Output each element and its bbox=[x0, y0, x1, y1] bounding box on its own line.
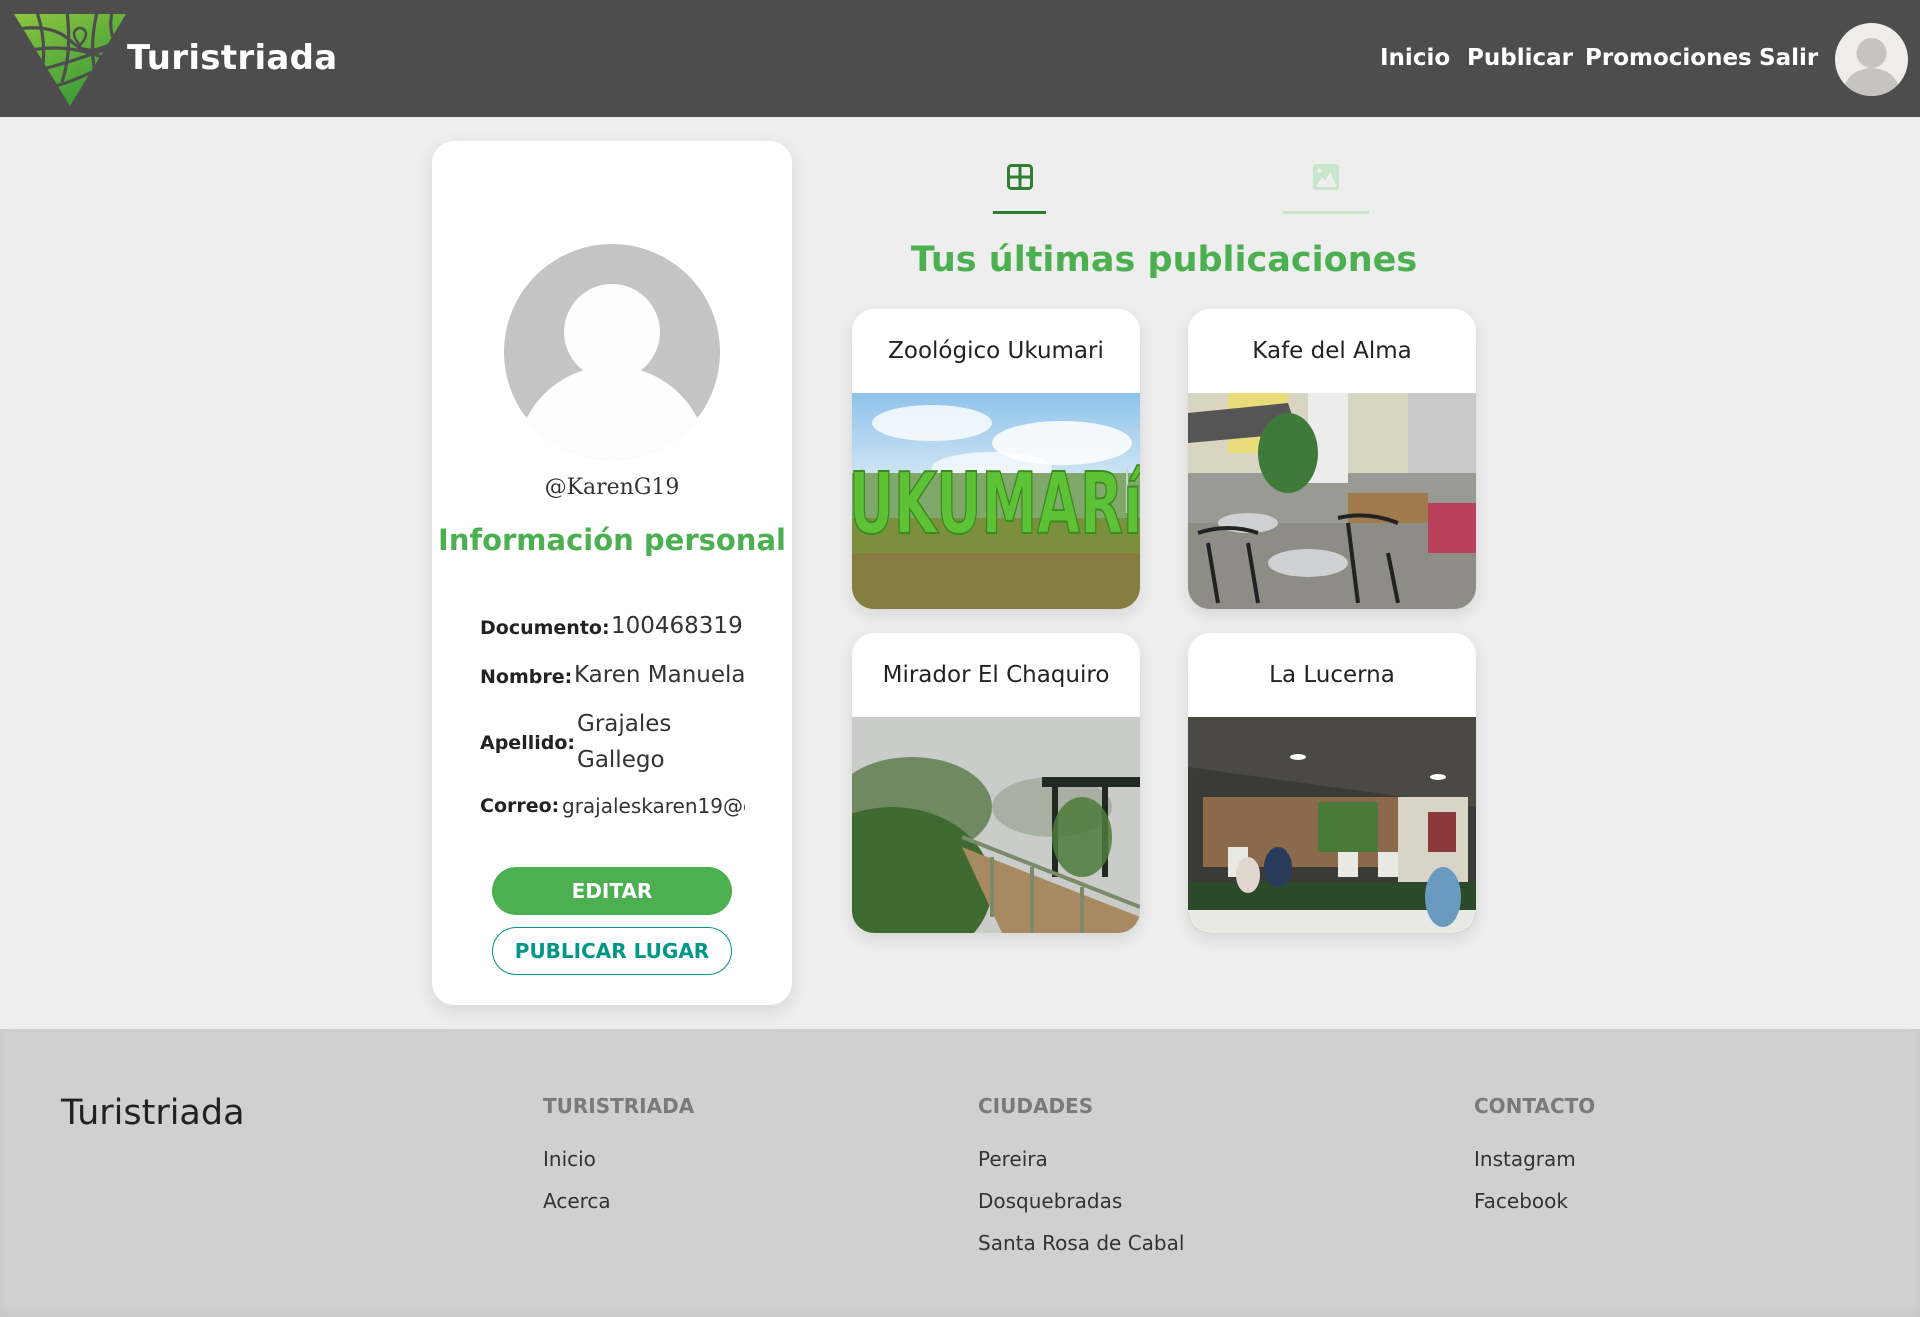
svg-text:UKUMARí: UKUMARí bbox=[852, 454, 1140, 553]
profile-username: @KarenG19 bbox=[544, 475, 680, 500]
publication-card[interactable]: Mirador El Chaquiro bbox=[852, 633, 1140, 933]
surname-value-line2: Gallego bbox=[577, 747, 665, 773]
nav-salir[interactable]: Salir bbox=[1759, 45, 1818, 71]
publish-place-button[interactable]: PUBLICAR LUGAR bbox=[492, 927, 732, 975]
grid-icon bbox=[1007, 164, 1033, 190]
publication-card[interactable]: La Lucerna bbox=[1188, 633, 1476, 933]
footer bbox=[0, 1029, 1920, 1317]
ukumari-sign-photo: UKUMARí bbox=[852, 393, 1140, 609]
turistriada-logo-icon[interactable] bbox=[12, 12, 128, 108]
footer-heading-contacto: CONTACTO bbox=[1474, 1094, 1596, 1118]
footer-heading-ciudades: CIUDADES bbox=[978, 1094, 1094, 1118]
footer-link-dosquebradas[interactable]: Dosquebradas bbox=[978, 1189, 1122, 1213]
personal-info-title: Información personal bbox=[438, 523, 786, 557]
tab-grid-underline bbox=[993, 211, 1046, 214]
nav-inicio[interactable]: Inicio bbox=[1380, 45, 1450, 71]
document-value: 100468319 bbox=[611, 613, 743, 639]
footer-link-instagram[interactable]: Instagram bbox=[1474, 1147, 1576, 1171]
email-value: grajaleskaren19@gmail.com bbox=[562, 794, 745, 818]
footer-link-inicio[interactable]: Inicio bbox=[543, 1147, 596, 1171]
tab-grid[interactable] bbox=[993, 150, 1046, 214]
publication-title: Zoológico Ukumari bbox=[888, 338, 1104, 364]
misty-viewpoint-photo bbox=[852, 717, 1140, 933]
surname-value-line1: Grajales bbox=[577, 711, 672, 737]
user-avatar-button[interactable] bbox=[1835, 23, 1908, 96]
publication-title: Mirador El Chaquiro bbox=[882, 662, 1110, 688]
footer-link-pereira[interactable]: Pereira bbox=[978, 1147, 1048, 1171]
surname-label: Apellido: bbox=[480, 732, 575, 754]
name-label: Nombre: bbox=[480, 666, 573, 688]
edit-button[interactable]: EDITAR bbox=[492, 867, 732, 915]
publication-title: La Lucerna bbox=[1269, 662, 1395, 688]
user-avatar-icon bbox=[1843, 38, 1900, 96]
nav-promociones[interactable]: Promociones bbox=[1585, 45, 1752, 71]
top-navbar: Turistriada Inicio Publicar Promociones … bbox=[0, 0, 1920, 117]
document-label: Documento: bbox=[480, 617, 610, 639]
publications-title: Tus últimas publicaciones bbox=[910, 240, 1418, 280]
nav-publicar[interactable]: Publicar bbox=[1467, 45, 1573, 71]
publication-card[interactable]: Zoológico Ukumari UKUMARí bbox=[852, 309, 1140, 609]
footer-link-acerca[interactable]: Acerca bbox=[543, 1189, 611, 1213]
email-label: Correo: bbox=[480, 795, 560, 817]
tab-images-underline bbox=[1283, 211, 1369, 214]
publication-card[interactable]: Kafe del Alma bbox=[1188, 309, 1476, 609]
name-value: Karen Manuela bbox=[574, 662, 745, 688]
tab-images[interactable] bbox=[1283, 150, 1369, 214]
footer-link-facebook[interactable]: Facebook bbox=[1474, 1189, 1568, 1213]
footer-heading-turistriada: TURISTRIADA bbox=[543, 1094, 695, 1118]
publication-title: Kafe del Alma bbox=[1252, 338, 1412, 364]
footer-link-santa-rosa[interactable]: Santa Rosa de Cabal bbox=[978, 1231, 1184, 1255]
profile-avatar-icon bbox=[504, 244, 720, 460]
footer-brand: Turistriada bbox=[61, 1093, 245, 1133]
brand-title[interactable]: Turistriada bbox=[127, 38, 338, 78]
cafe-terrace-photo bbox=[1188, 393, 1476, 609]
image-icon bbox=[1313, 164, 1339, 190]
restaurant-interior-photo bbox=[1188, 717, 1476, 933]
